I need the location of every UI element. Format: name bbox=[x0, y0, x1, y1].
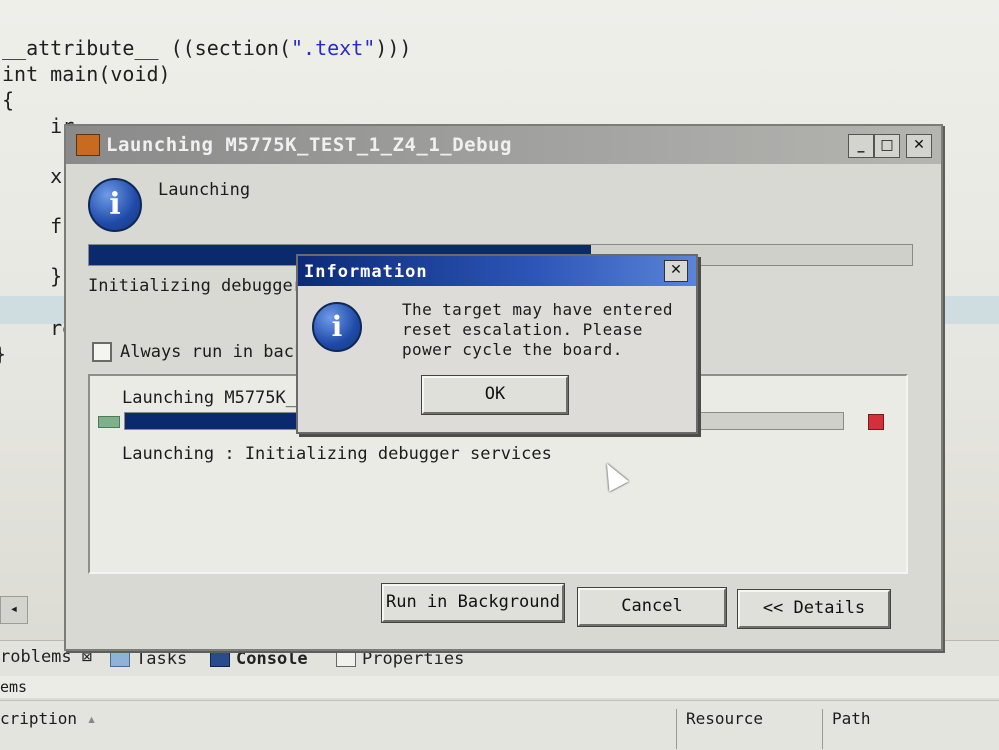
message-line: reset escalation. Please bbox=[402, 320, 643, 339]
column-path[interactable]: Path bbox=[832, 709, 871, 728]
code-line: } bbox=[0, 342, 6, 366]
job-running-icon bbox=[98, 416, 120, 428]
info-icon: i bbox=[88, 178, 142, 232]
close-button[interactable]: ✕ bbox=[664, 260, 688, 282]
scroll-left-button[interactable]: ◂ bbox=[0, 596, 28, 624]
code-line: { bbox=[2, 88, 15, 112]
column-divider bbox=[822, 709, 823, 749]
close-button[interactable]: ✕ bbox=[906, 134, 932, 158]
information-dialog-title: Information bbox=[304, 262, 428, 282]
items-count-row: ems bbox=[0, 676, 999, 698]
stop-job-button[interactable] bbox=[868, 414, 884, 430]
minimize-button[interactable]: _ bbox=[848, 134, 874, 158]
code-line-attribute: __attribute__ ((section(".text"))) bbox=[2, 36, 412, 60]
information-title-bar[interactable]: Information ✕ bbox=[298, 256, 696, 286]
table-header: cription ▴ Resource Path bbox=[0, 700, 999, 750]
cancel-button[interactable]: Cancel bbox=[577, 587, 727, 627]
always-run-background-label: Always run in back bbox=[120, 342, 305, 362]
column-resource[interactable]: Resource bbox=[686, 709, 763, 728]
info-icon: i bbox=[312, 302, 362, 352]
launching-dialog-title: Launching M5775K_TEST_1_Z4_1_Debug bbox=[106, 134, 512, 156]
items-label: ems bbox=[0, 678, 28, 696]
job-status-text: Launching : Initializing debugger servic… bbox=[122, 444, 552, 464]
launch-status-text: Initializing debugger bbox=[88, 276, 303, 296]
information-dialog: Information ✕ i The target may have ente… bbox=[296, 254, 698, 434]
information-message: The target may have entered reset escala… bbox=[402, 300, 687, 360]
sort-up-icon: ▴ bbox=[86, 709, 97, 728]
launching-title-bar[interactable]: Launching M5775K_TEST_1_Z4_1_Debug _ □ ✕ bbox=[66, 126, 941, 164]
job-title: Launching M5775K_ bbox=[122, 388, 296, 408]
code-line: } bbox=[2, 264, 63, 288]
run-in-background-button[interactable]: Run in Background bbox=[381, 583, 565, 623]
message-line: The target may have entered bbox=[402, 300, 673, 319]
column-divider bbox=[676, 709, 677, 749]
launching-heading: Launching bbox=[158, 180, 251, 200]
always-run-background-checkbox[interactable] bbox=[92, 342, 112, 362]
maximize-button[interactable]: □ bbox=[874, 134, 900, 158]
launch-app-icon bbox=[76, 134, 100, 156]
code-line-main: int main(void) bbox=[2, 62, 171, 86]
details-button[interactable]: << Details bbox=[737, 589, 891, 629]
message-line: power cycle the board. bbox=[402, 340, 623, 359]
ok-button[interactable]: OK bbox=[421, 375, 569, 415]
column-description[interactable]: cription ▴ bbox=[0, 709, 96, 728]
